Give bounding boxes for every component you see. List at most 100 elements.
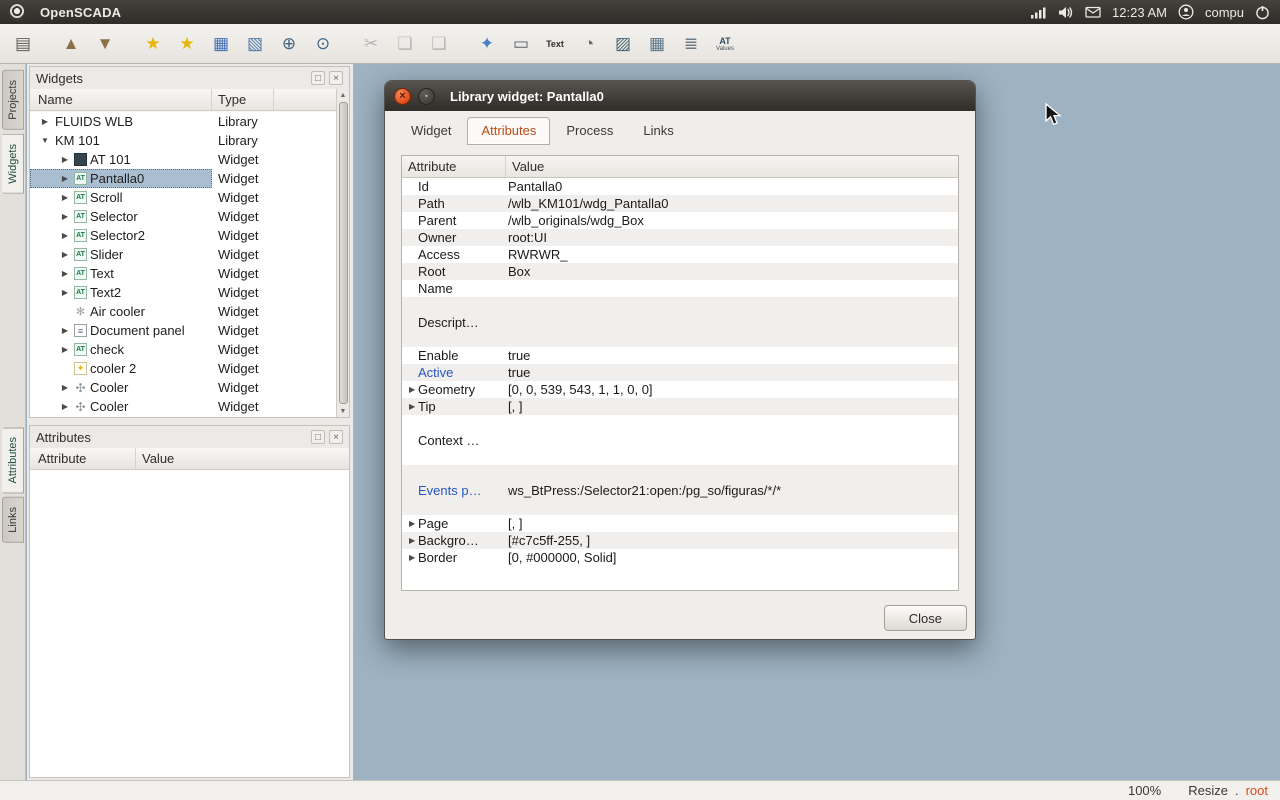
attribute-value[interactable]: root:UI bbox=[504, 230, 958, 245]
close-button[interactable]: Close bbox=[884, 605, 967, 631]
attribute-row[interactable]: ▶Page[, ] bbox=[402, 515, 958, 532]
db-load-icon[interactable]: ▲ bbox=[56, 29, 86, 59]
tree-row[interactable]: ▶TextWidget bbox=[30, 264, 336, 283]
power-icon[interactable] bbox=[1255, 5, 1270, 20]
at-values-icon[interactable]: ATValues bbox=[710, 29, 740, 59]
current-user-label[interactable]: root bbox=[1246, 783, 1268, 798]
document-icon[interactable]: ≣ bbox=[676, 29, 706, 59]
network-signal-icon[interactable] bbox=[1030, 6, 1047, 19]
tree-row[interactable]: ▶AT 101Widget bbox=[30, 150, 336, 169]
tree-row[interactable]: ▶ScrollWidget bbox=[30, 188, 336, 207]
tree-row[interactable]: Air coolerWidget bbox=[30, 302, 336, 321]
expand-arrow-icon[interactable]: ▶ bbox=[58, 269, 72, 278]
dock-float-icon[interactable] bbox=[311, 71, 325, 85]
expand-arrow-icon[interactable]: ▶ bbox=[58, 288, 72, 297]
add-widget-icon[interactable]: ▧ bbox=[240, 29, 270, 59]
tab-widget[interactable]: Widget bbox=[397, 117, 465, 145]
dialog-titlebar[interactable]: Library widget: Pantalla0 bbox=[385, 81, 975, 111]
column-header-value[interactable]: Value bbox=[136, 448, 349, 469]
table-icon[interactable]: ▦ bbox=[642, 29, 672, 59]
expand-arrow-icon[interactable]: ▶ bbox=[402, 536, 418, 545]
tree-row[interactable]: ▶checkWidget bbox=[30, 340, 336, 359]
column-header-attribute[interactable]: Attribute bbox=[402, 156, 506, 177]
db-save-icon[interactable]: ▼ bbox=[90, 29, 120, 59]
attribute-row[interactable]: Context … bbox=[402, 415, 958, 465]
column-header-attribute[interactable]: Attribute bbox=[30, 448, 136, 469]
tree-row[interactable]: cooler 2Widget bbox=[30, 359, 336, 378]
dock-close-icon[interactable] bbox=[329, 71, 343, 85]
text-widget-icon[interactable]: Text bbox=[540, 29, 570, 59]
attribute-row[interactable]: ▶Backgro…[#c7c5ff-255, ] bbox=[402, 532, 958, 549]
expand-arrow-icon[interactable]: ▶ bbox=[58, 250, 72, 259]
attribute-row[interactable]: Path/wlb_KM101/wdg_Pantalla0 bbox=[402, 195, 958, 212]
entry-field-icon[interactable]: ▭ bbox=[506, 29, 536, 59]
expand-arrow-icon[interactable]: ▶ bbox=[58, 402, 72, 411]
attribute-value[interactable]: /wlb_originals/wdg_Box bbox=[504, 213, 958, 228]
attribute-row[interactable]: Name bbox=[402, 280, 958, 297]
expand-arrow-icon[interactable]: ▶ bbox=[58, 383, 72, 392]
expand-arrow-icon[interactable]: ▶ bbox=[58, 155, 72, 164]
attribute-row[interactable]: Ownerroot:UI bbox=[402, 229, 958, 246]
widgets-tree-scrollbar[interactable] bbox=[336, 89, 349, 417]
expand-arrow-icon[interactable]: ▶ bbox=[402, 385, 418, 394]
tab-attributes[interactable]: Attributes bbox=[467, 117, 550, 145]
expand-arrow-icon[interactable]: ▶ bbox=[402, 553, 418, 562]
mail-icon[interactable] bbox=[1085, 6, 1101, 18]
attribute-row[interactable]: Activetrue bbox=[402, 364, 958, 381]
attribute-row[interactable]: Events p…ws_BtPress:/Selector21:open:/pg… bbox=[402, 465, 958, 515]
attribute-row[interactable]: IdPantalla0 bbox=[402, 178, 958, 195]
scroll-up-icon[interactable] bbox=[340, 89, 347, 101]
attribute-value[interactable]: [0, #000000, Solid] bbox=[504, 550, 958, 565]
side-tab-projects[interactable]: Projects bbox=[2, 70, 24, 130]
attribute-row[interactable]: ▶Border[0, #000000, Solid] bbox=[402, 549, 958, 566]
attribute-value[interactable]: ws_BtPress:/Selector21:open:/pg_so/figur… bbox=[504, 483, 958, 498]
attribute-name[interactable]: Events p… bbox=[418, 483, 504, 498]
attribute-row[interactable]: ▶Geometry[0, 0, 539, 543, 1, 1, 0, 0] bbox=[402, 381, 958, 398]
collapse-arrow-icon[interactable]: ▼ bbox=[38, 136, 52, 145]
attribute-row[interactable]: Descript… bbox=[402, 297, 958, 347]
attribute-value[interactable]: Box bbox=[504, 264, 958, 279]
scroll-down-icon[interactable] bbox=[340, 405, 347, 417]
attribute-value[interactable]: RWRWR_ bbox=[504, 247, 958, 262]
clock[interactable]: 12:23 AM bbox=[1112, 5, 1167, 20]
view-widget-icon[interactable]: ⊕ bbox=[274, 29, 304, 59]
diagram-icon[interactable]: ▨ bbox=[608, 29, 638, 59]
tree-row[interactable]: ▶Text2Widget bbox=[30, 283, 336, 302]
attribute-value[interactable]: Pantalla0 bbox=[504, 179, 958, 194]
user-menu-icon[interactable] bbox=[1178, 4, 1194, 20]
expand-arrow-icon[interactable]: ▶ bbox=[58, 193, 72, 202]
expand-arrow-icon[interactable]: ▶ bbox=[38, 117, 52, 126]
distro-logo-icon[interactable] bbox=[8, 3, 26, 21]
expand-arrow-icon[interactable]: ▶ bbox=[58, 345, 72, 354]
run-project-icon[interactable]: ★ bbox=[172, 29, 202, 59]
column-header-value[interactable]: Value bbox=[506, 156, 958, 177]
tab-process[interactable]: Process bbox=[552, 117, 627, 145]
dock-close-icon[interactable] bbox=[329, 430, 343, 444]
attribute-value[interactable]: [, ] bbox=[504, 399, 958, 414]
tree-row[interactable]: ▼KM 101Library bbox=[30, 131, 336, 150]
attribute-row[interactable]: ▶Tip[, ] bbox=[402, 398, 958, 415]
add-library-icon[interactable]: ▦ bbox=[206, 29, 236, 59]
expand-arrow-icon[interactable]: ▶ bbox=[58, 212, 72, 221]
attribute-value[interactable]: /wlb_KM101/wdg_Pantalla0 bbox=[504, 196, 958, 211]
attribute-name[interactable]: Active bbox=[418, 365, 504, 380]
tree-row[interactable]: ▶Pantalla0Widget bbox=[30, 169, 336, 188]
side-tab-widgets[interactable]: Widgets bbox=[2, 134, 24, 194]
tree-row[interactable]: ▶CoolerWidget bbox=[30, 397, 336, 416]
tree-row[interactable]: ▶SelectorWidget bbox=[30, 207, 336, 226]
tree-row[interactable]: ▶Document panelWidget bbox=[30, 321, 336, 340]
attribute-row[interactable]: Enabletrue bbox=[402, 347, 958, 364]
side-tab-attributes[interactable]: Attributes bbox=[2, 427, 24, 493]
edit-widget-icon[interactable]: ⊙ bbox=[308, 29, 338, 59]
attribute-row[interactable]: Parent/wlb_originals/wdg_Box bbox=[402, 212, 958, 229]
window-close-icon[interactable] bbox=[394, 88, 411, 105]
expand-arrow-icon[interactable]: ▶ bbox=[58, 326, 72, 335]
tree-row[interactable]: ▶CoolerWidget bbox=[30, 378, 336, 397]
expand-arrow-icon[interactable]: ▶ bbox=[402, 519, 418, 528]
expand-arrow-icon[interactable]: ▶ bbox=[402, 402, 418, 411]
attribute-value[interactable]: true bbox=[504, 348, 958, 363]
expand-arrow-icon[interactable]: ▶ bbox=[58, 174, 72, 183]
attribute-value[interactable]: [#c7c5ff-255, ] bbox=[504, 533, 958, 548]
print-icon[interactable]: ▤ bbox=[8, 29, 38, 59]
attribute-row[interactable]: AccessRWRWR_ bbox=[402, 246, 958, 263]
